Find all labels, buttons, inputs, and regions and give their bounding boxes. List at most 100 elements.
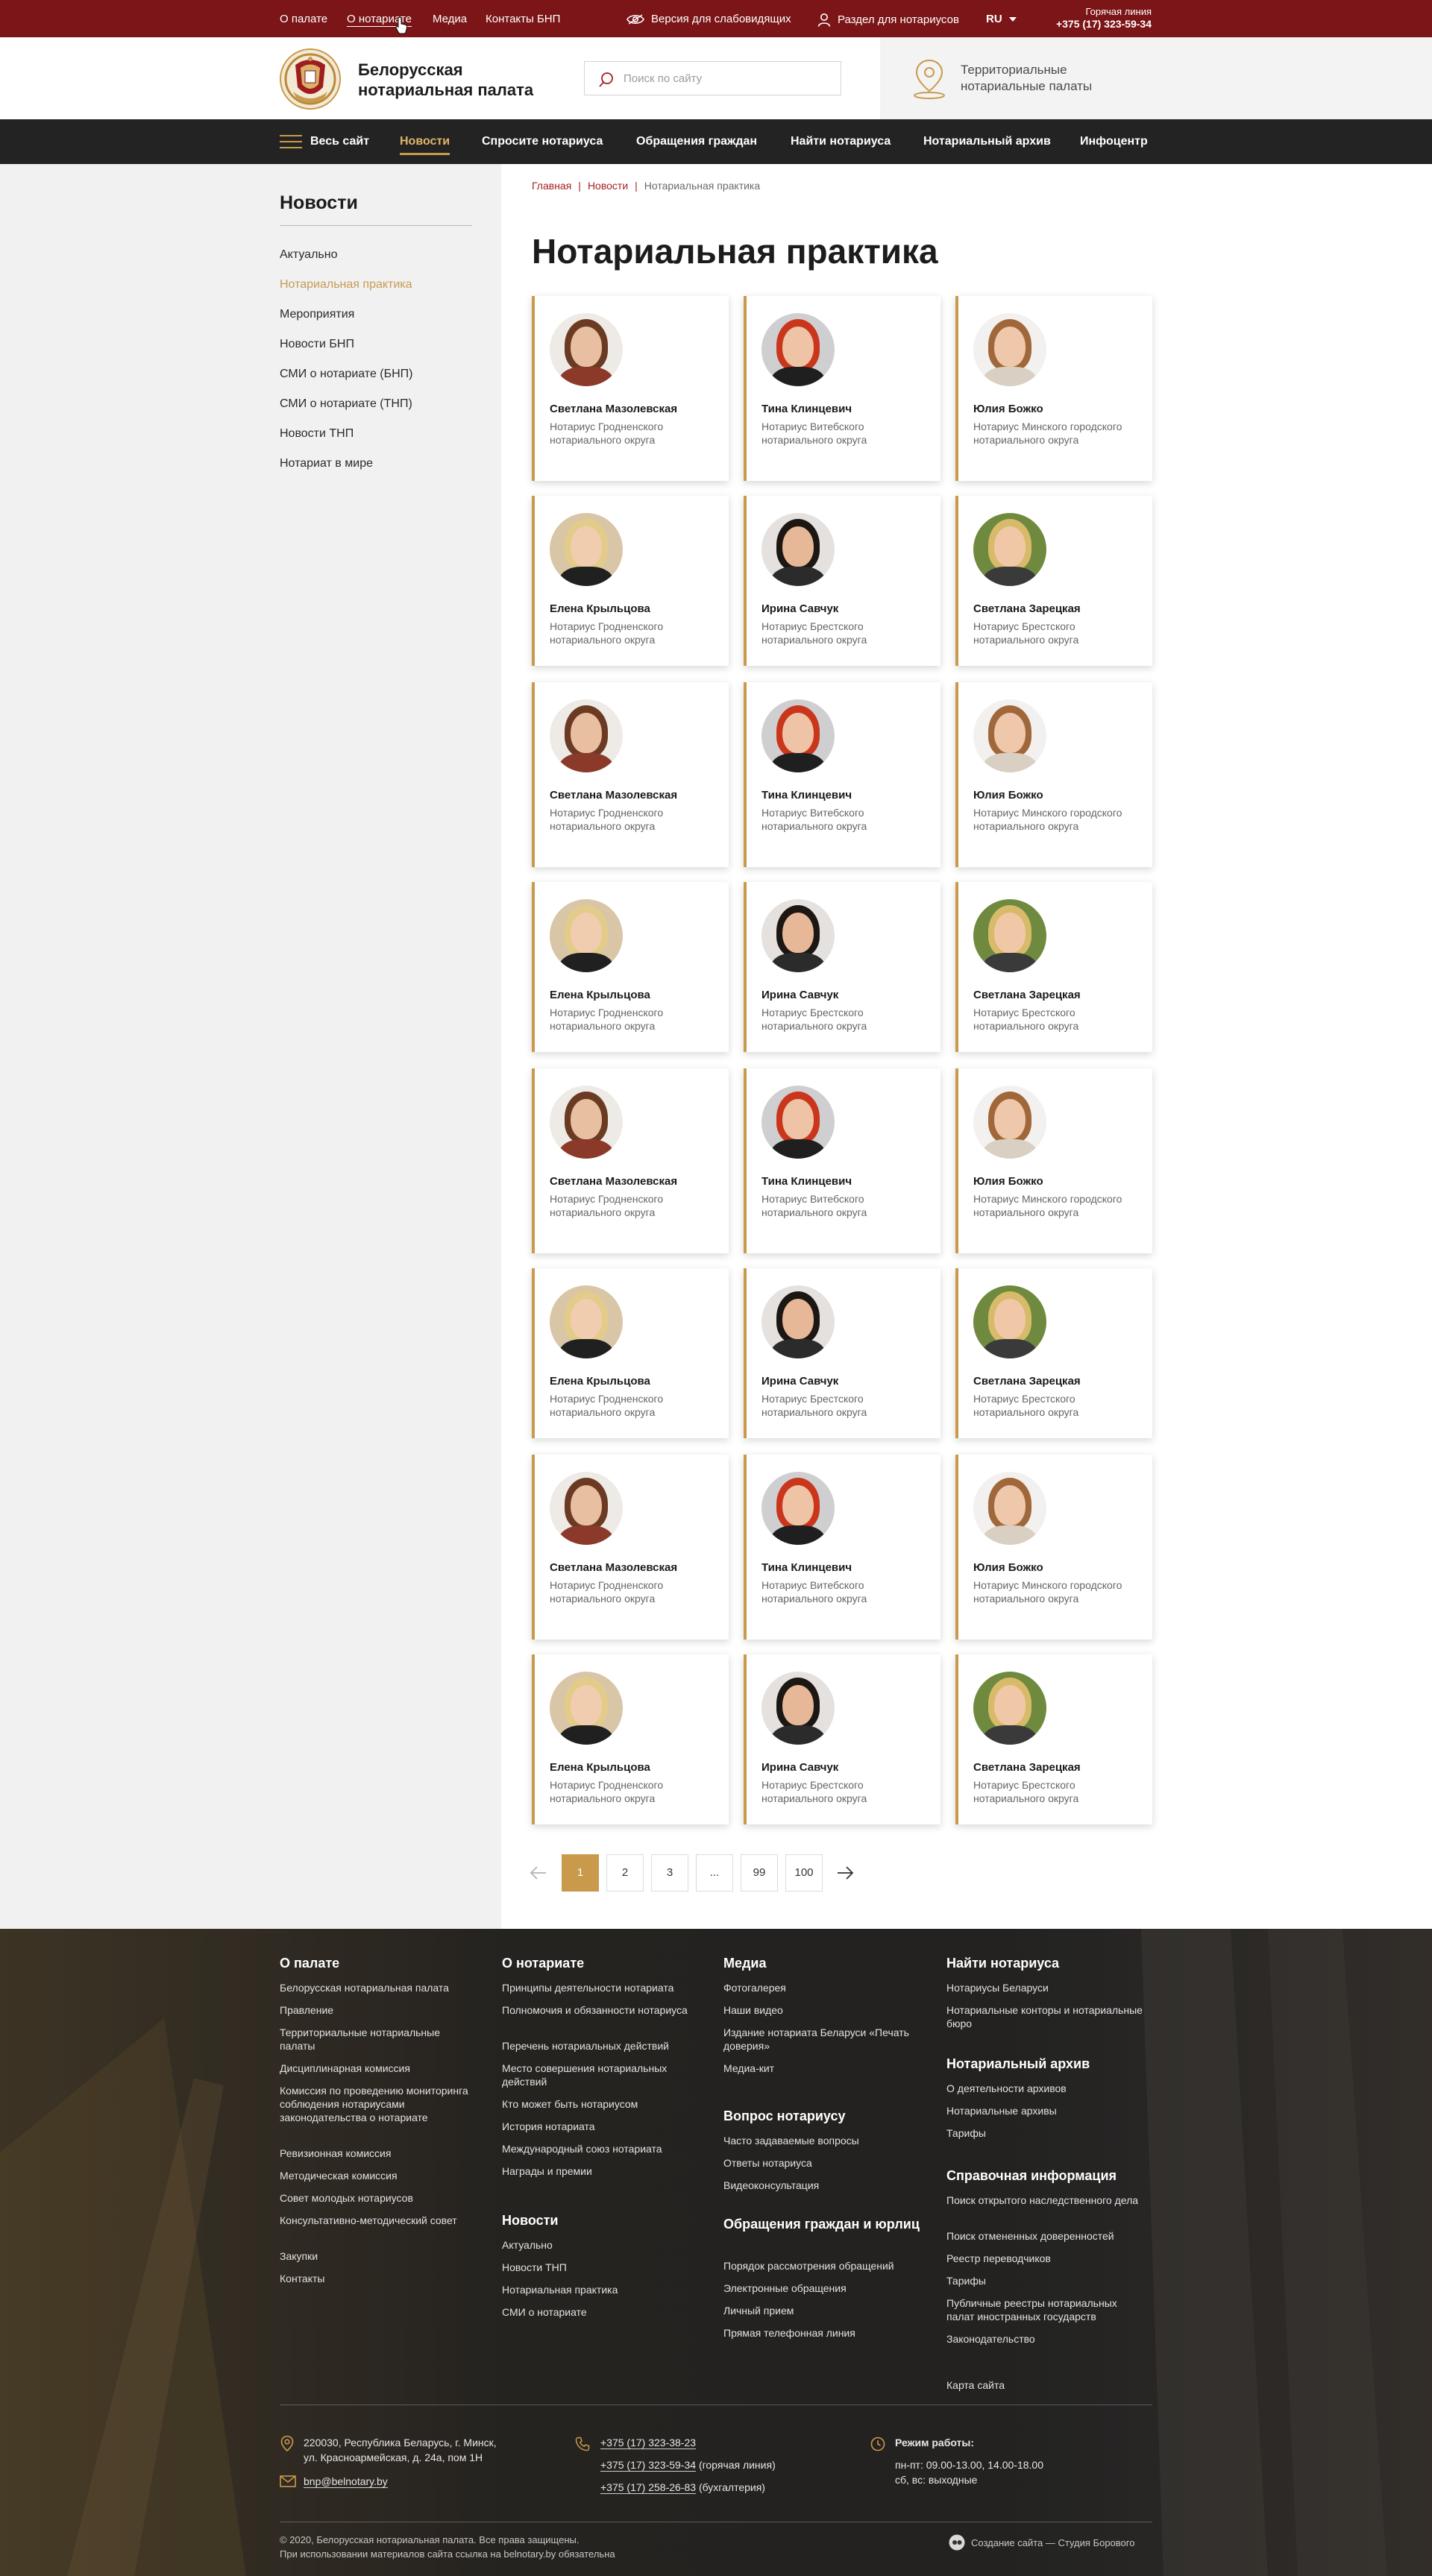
footer-link[interactable]: Электронные обращения xyxy=(723,2281,921,2295)
top-link-media[interactable]: Медиа xyxy=(433,13,467,25)
footer-link[interactable]: Фотогалерея xyxy=(723,1981,921,1994)
next-page-arrow-icon[interactable] xyxy=(836,1865,854,1880)
footer-heading[interactable]: Вопрос нотариусу xyxy=(723,2108,925,2125)
footer-link[interactable]: Нотариальная практика xyxy=(502,2283,700,2296)
footer-heading[interactable]: Найти нотариуса xyxy=(946,1955,1148,1972)
footer-link[interactable]: Реестр переводчиков xyxy=(946,2252,1144,2265)
territorial-chambers-link[interactable]: Территориальные нотариальные палаты xyxy=(961,62,1092,95)
footer-link[interactable]: Прямая телефонная линия xyxy=(723,2326,921,2340)
nav-news[interactable]: Новости xyxy=(400,119,450,164)
footer-heading[interactable]: О палате xyxy=(280,1955,481,1972)
notary-card[interactable]: Елена Крыльцова Нотариус Гродненского нот… xyxy=(532,882,729,1052)
footer-link[interactable]: Место совершения нотариальных действий xyxy=(502,2062,700,2088)
notary-card[interactable]: Юлия Божко Нотариус Минского городского н… xyxy=(955,682,1152,867)
footer-heading[interactable]: О нотариате xyxy=(502,1955,703,1972)
footer-link[interactable]: Медиа-кит xyxy=(723,2062,921,2075)
notary-card[interactable]: Тина Клинцевич Нотариус Витебского нотари… xyxy=(744,1068,940,1253)
footer-heading[interactable]: Нотариальный архив xyxy=(946,2056,1148,2073)
footer-email-link[interactable]: bnp@belnotary.by xyxy=(304,2475,388,2488)
footer-link[interactable]: Тарифы xyxy=(946,2274,1144,2287)
notary-card[interactable]: Светлана Мазолевская Нотариус Гродненског… xyxy=(532,682,729,867)
footer-link[interactable]: Личный прием xyxy=(723,2304,921,2317)
page-2-button[interactable]: 2 xyxy=(606,1854,644,1892)
footer-link[interactable]: Дисциплинарная комиссия xyxy=(280,2062,477,2075)
nav-find-notary[interactable]: Найти нотариуса xyxy=(791,119,891,164)
footer-link[interactable]: Закупки xyxy=(280,2249,477,2263)
studio-credit-link[interactable]: Создание сайта — Студия Борового xyxy=(949,2534,1134,2551)
footer-link[interactable]: История нотариата xyxy=(502,2120,700,2133)
footer-link[interactable]: Полномочия и обязанности нотариуса xyxy=(502,2003,700,2017)
language-selector[interactable]: RU xyxy=(986,13,1017,25)
sidebar-item-notariat-world[interactable]: Нотариат в мире xyxy=(280,457,373,470)
nav-infocenter[interactable]: Инфоцентр xyxy=(1080,119,1148,164)
footer-link[interactable]: Международный союз нотариата xyxy=(502,2142,700,2155)
sidebar-item-actual[interactable]: Актуально xyxy=(280,248,337,262)
footer-phone-2[interactable]: +375 (17) 323-59-34 xyxy=(600,2459,697,2472)
footer-link[interactable]: Публичные реестры нотариальных палат ино… xyxy=(946,2296,1144,2323)
sidebar-item-events[interactable]: Мероприятия xyxy=(280,308,354,321)
footer-link[interactable]: Белорусская нотариальная палата xyxy=(280,1981,477,1994)
footer-link[interactable]: Правление xyxy=(280,2003,477,2017)
top-link-about-chamber[interactable]: О палате xyxy=(280,13,327,25)
breadcrumb-news[interactable]: Новости xyxy=(588,180,628,192)
notary-card[interactable]: Ирина Савчук Нотариус Брестского нотариал… xyxy=(744,882,940,1052)
page-100-button[interactable]: 100 xyxy=(785,1854,823,1892)
chamber-emblem-logo[interactable] xyxy=(280,48,341,110)
breadcrumb-home[interactable]: Главная xyxy=(532,180,571,192)
footer-link[interactable]: Наши видео xyxy=(723,2003,921,2017)
low-vision-link[interactable]: Версия для слабовидящих xyxy=(626,13,791,25)
footer-link[interactable]: Методическая комиссия xyxy=(280,2169,477,2182)
footer-phone-1[interactable]: +375 (17) 323-38-23 xyxy=(600,2437,697,2449)
footer-link[interactable]: Ревизионная комиссия xyxy=(280,2147,477,2160)
notary-section-link[interactable]: Раздел для нотариусов xyxy=(817,13,959,27)
footer-link[interactable]: Тарифы xyxy=(946,2126,1144,2140)
nav-all-site[interactable]: Весь сайт xyxy=(310,119,369,164)
notary-card[interactable]: Тина Клинцевич Нотариус Витебского нотари… xyxy=(744,296,940,481)
footer-link[interactable]: Ответы нотариуса xyxy=(723,2156,921,2170)
notary-card[interactable]: Тина Клинцевич Нотариус Витебского нотари… xyxy=(744,682,940,867)
footer-link[interactable]: Актуально xyxy=(502,2238,700,2252)
footer-link[interactable]: Видеоконсультация xyxy=(723,2179,921,2192)
footer-heading[interactable]: Новости xyxy=(502,2212,703,2229)
notary-card[interactable]: Юлия Божко Нотариус Минского городского н… xyxy=(955,296,1152,481)
footer-link[interactable]: Часто задаваемые вопросы xyxy=(723,2134,921,2147)
footer-link[interactable]: Консультативно-методический совет xyxy=(280,2214,477,2227)
footer-phone-3[interactable]: +375 (17) 258-26-83 xyxy=(600,2481,697,2494)
footer-link[interactable]: Перечень нотариальных действий xyxy=(502,2039,700,2053)
notary-card[interactable]: Тина Клинцевич Нотариус Витебского нотари… xyxy=(744,1455,940,1640)
footer-link[interactable]: Поиск открытого наследственного дела xyxy=(946,2194,1144,2207)
notary-card[interactable]: Светлана Зарецкая Нотариус Брестского нот… xyxy=(955,1268,1152,1438)
notary-card[interactable]: Елена Крыльцова Нотариус Гродненского нот… xyxy=(532,1268,729,1438)
notary-card[interactable]: Ирина Савчук Нотариус Брестского нотариал… xyxy=(744,1654,940,1824)
notary-card[interactable]: Юлия Божко Нотариус Минского городского н… xyxy=(955,1068,1152,1253)
page-99-button[interactable]: 99 xyxy=(741,1854,778,1892)
nav-notary-archive[interactable]: Нотариальный архив xyxy=(923,119,1051,164)
notary-card[interactable]: Светлана Зарецкая Нотариус Брестского нот… xyxy=(955,882,1152,1052)
notary-card[interactable]: Елена Крыльцова Нотариус Гродненского нот… xyxy=(532,496,729,666)
footer-link[interactable]: Нотариальные архивы xyxy=(946,2104,1144,2117)
sidebar-item-media-tnp[interactable]: СМИ о нотариате (ТНП) xyxy=(280,397,412,411)
page-3-button[interactable]: 3 xyxy=(651,1854,688,1892)
notary-card[interactable]: Светлана Мазолевская Нотариус Гродненског… xyxy=(532,1455,729,1640)
notary-card[interactable]: Юлия Божко Нотариус Минского городского н… xyxy=(955,1455,1152,1640)
prev-page-arrow-icon[interactable] xyxy=(530,1865,547,1880)
hotline-phone[interactable]: +375 (17) 323-59-34 xyxy=(1056,18,1152,30)
notary-card[interactable]: Светлана Зарецкая Нотариус Брестского нот… xyxy=(955,1654,1152,1824)
notary-card[interactable]: Елена Крыльцова Нотариус Гродненского нот… xyxy=(532,1654,729,1824)
page-1-button[interactable]: 1 xyxy=(562,1854,599,1892)
footer-link[interactable]: Комиссия по проведению мониторинга соблю… xyxy=(280,2084,477,2124)
top-link-contacts[interactable]: Контакты БНП xyxy=(486,13,560,25)
footer-link[interactable]: Издание нотариата Беларуси «Печать довер… xyxy=(723,2026,921,2053)
notary-card[interactable]: Ирина Савчук Нотариус Брестского нотариал… xyxy=(744,496,940,666)
footer-link[interactable]: Новости ТНП xyxy=(502,2261,700,2274)
sidebar-item-notarial-practice[interactable]: Нотариальная практика xyxy=(280,278,412,292)
menu-icon[interactable] xyxy=(280,135,302,148)
search-box[interactable] xyxy=(584,61,841,95)
footer-link[interactable]: О деятельности архивов xyxy=(946,2082,1144,2095)
nav-citizen-appeals[interactable]: Обращения граждан xyxy=(636,119,757,164)
notary-card[interactable]: Ирина Савчук Нотариус Брестского нотариал… xyxy=(744,1268,940,1438)
notary-card[interactable]: Светлана Мазолевская Нотариус Гродненског… xyxy=(532,296,729,481)
notary-card[interactable]: Светлана Зарецкая Нотариус Брестского нот… xyxy=(955,496,1152,666)
footer-link[interactable]: Законодательство xyxy=(946,2332,1144,2346)
footer-link[interactable]: СМИ о нотариате xyxy=(502,2305,700,2319)
